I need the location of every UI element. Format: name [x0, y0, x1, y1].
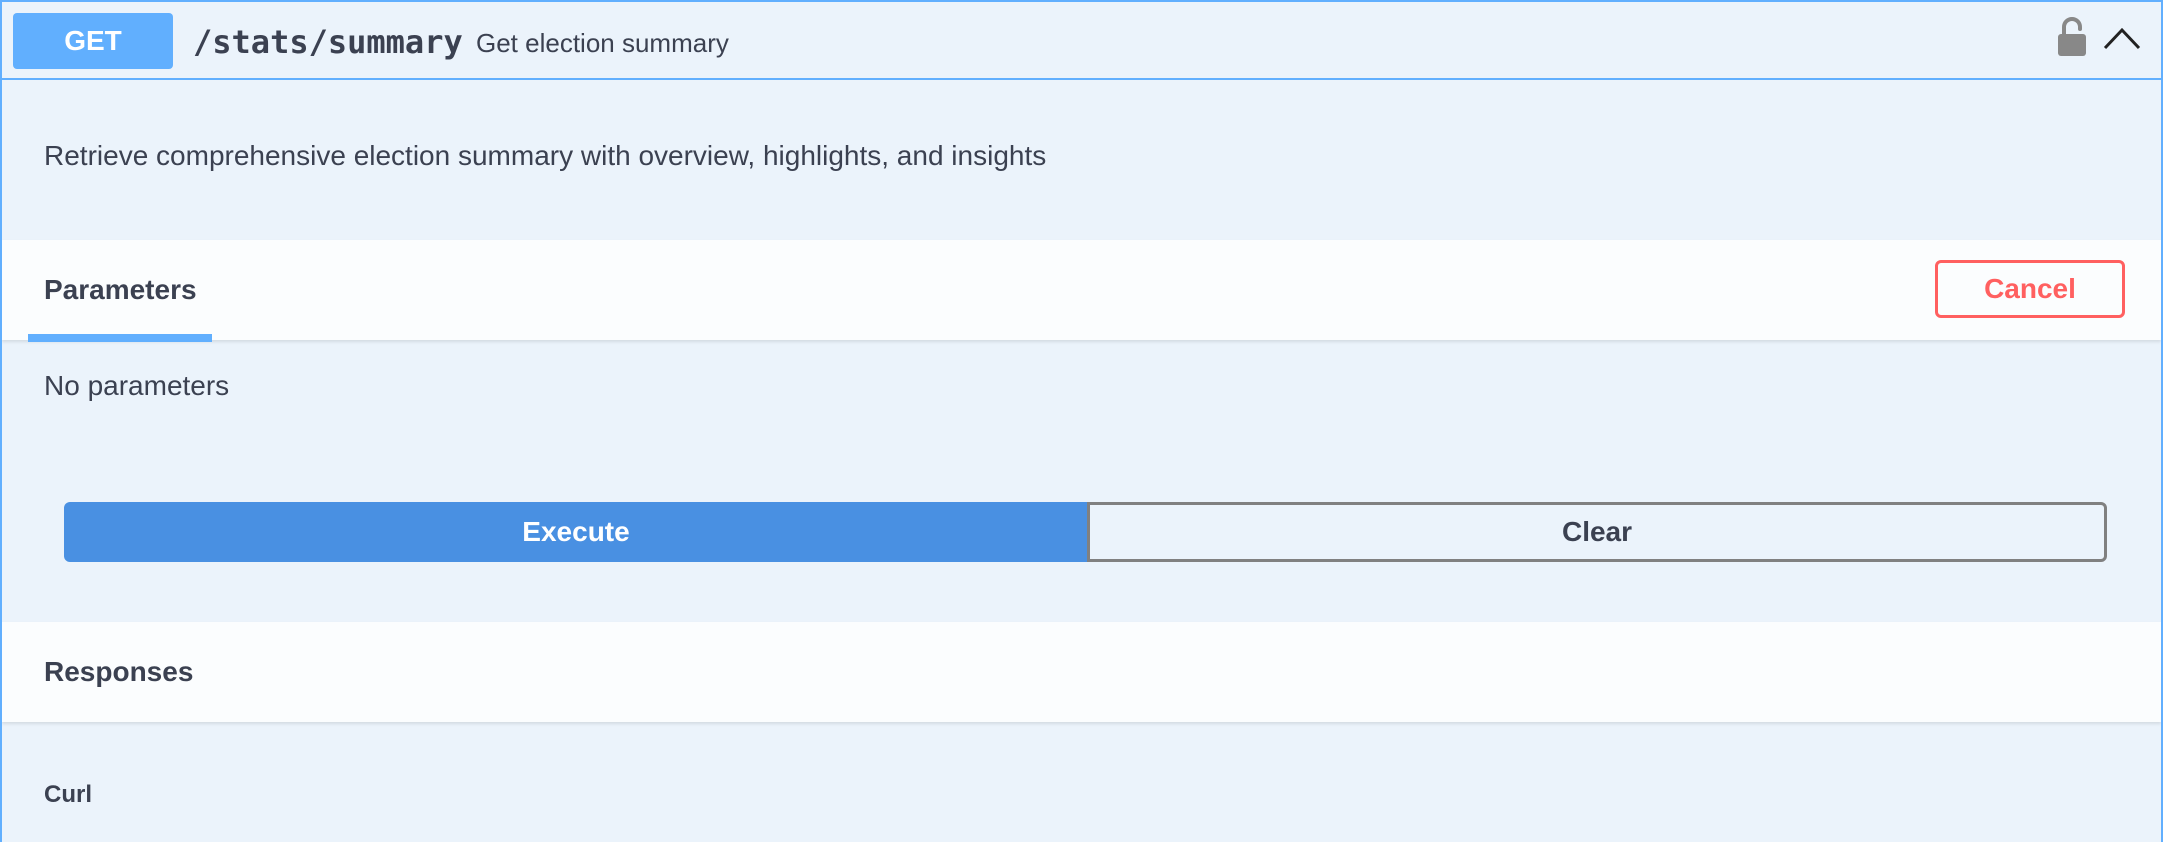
operation-block: GET /stats/summary Get election summary …: [0, 0, 2163, 842]
cancel-button[interactable]: Cancel: [1935, 260, 2125, 318]
endpoint-path: /stats/summary: [193, 23, 463, 61]
chevron-up-icon[interactable]: [2102, 24, 2142, 52]
execute-button[interactable]: Execute: [64, 502, 1088, 562]
clear-button[interactable]: Clear: [1087, 502, 2107, 562]
tab-parameters[interactable]: Parameters: [28, 240, 212, 342]
http-method-badge: GET: [13, 13, 173, 69]
no-parameters-text: No parameters: [44, 370, 230, 401]
operation-summary-bar[interactable]: GET /stats/summary Get election summary: [2, 2, 2161, 80]
operation-description: Retrieve comprehensive election summary …: [44, 140, 1047, 171]
parameters-header: Parameters Cancel: [2, 240, 2161, 342]
responses-title: Responses: [44, 656, 194, 687]
operation-summary-text: Get election summary: [476, 28, 729, 58]
lock-icon[interactable]: [2055, 16, 2089, 58]
tab-parameters-label: Parameters: [44, 274, 197, 305]
curl-label: Curl: [44, 781, 92, 808]
responses-header: Responses: [2, 622, 2161, 722]
